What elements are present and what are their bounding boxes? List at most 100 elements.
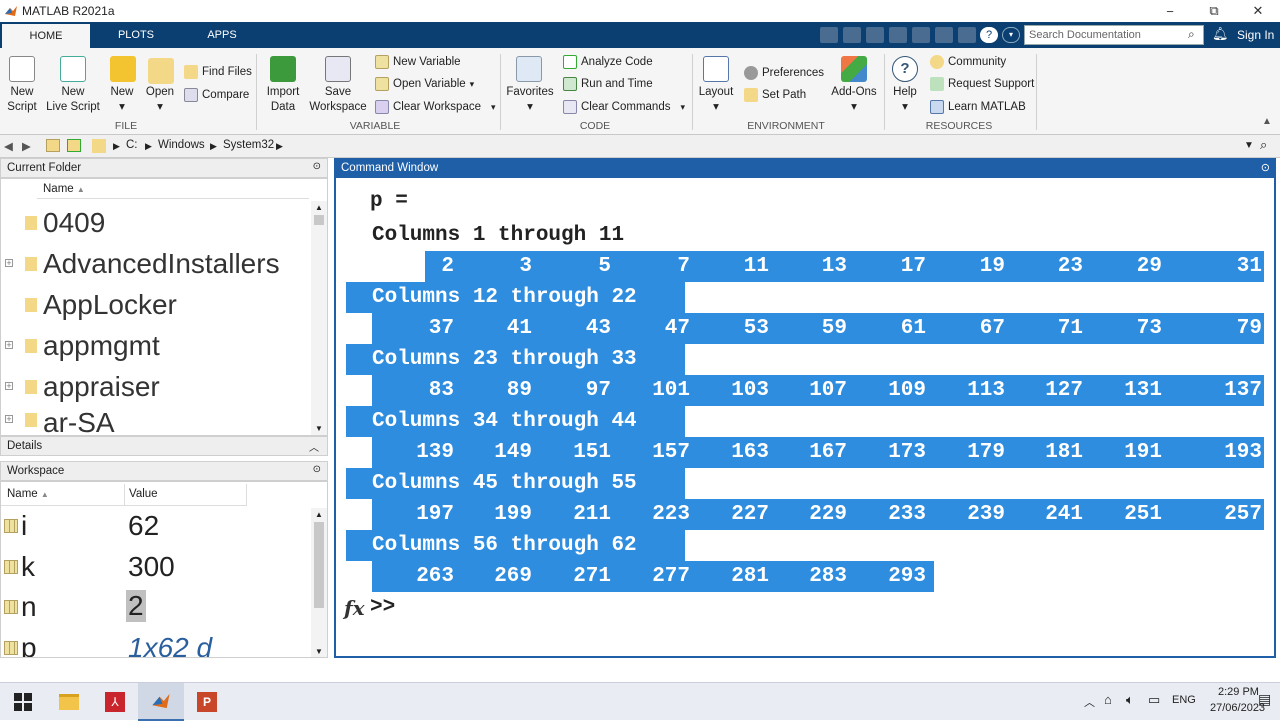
acrobat-icon[interactable]: ⅄ <box>92 683 138 721</box>
output-value: 5 <box>598 255 611 278</box>
workspace-header[interactable]: Workspace ⊙ <box>0 461 328 481</box>
powerpoint-icon[interactable]: P <box>184 683 230 721</box>
paste-quick-icon[interactable] <box>889 27 907 43</box>
minimize-button[interactable]: − <box>1148 0 1192 22</box>
matlab-taskbar-icon[interactable] <box>138 683 184 721</box>
tab-apps[interactable]: APPS <box>182 22 262 48</box>
output-value: 139 <box>416 441 454 464</box>
list-item[interactable]: AppLocker <box>1 284 311 325</box>
columns-header: Columns 1 through 11 <box>372 224 625 247</box>
find-files-button[interactable]: Find Files <box>184 65 252 79</box>
cut-quick-icon[interactable] <box>843 27 861 43</box>
details-header[interactable]: Details ︿ <box>0 436 328 456</box>
variable-icon <box>4 641 18 655</box>
current-folder-header[interactable]: Current Folder ⊙ <box>0 158 328 178</box>
tray-chevron-up-icon[interactable]: ︿ <box>1084 694 1095 710</box>
list-item[interactable]: 0409 <box>1 202 311 243</box>
tab-home[interactable]: HOME <box>2 22 90 48</box>
addons-button[interactable]: Add-Ons ▾ <box>826 85 882 115</box>
file-explorer-icon[interactable] <box>46 683 92 721</box>
search-icon[interactable]: ⌕ <box>1188 27 1195 42</box>
network-icon[interactable]: ⌂ <box>1104 692 1112 707</box>
folder-icon <box>25 338 37 353</box>
panel-menu-icon: ⊙ <box>312 161 321 172</box>
clock-date[interactable]: 27/06/2023 <box>1210 702 1265 714</box>
community-button[interactable]: Community <box>930 55 1006 69</box>
undo-quick-icon[interactable] <box>912 27 930 43</box>
compare-button[interactable]: Compare <box>184 88 249 102</box>
new-button[interactable]: New ▾ <box>104 85 140 115</box>
fx-function-icon[interactable]: fx <box>344 596 365 620</box>
breadcrumb-system32[interactable]: System32 <box>223 139 274 151</box>
volume-icon[interactable]: 🔈︎ <box>1126 692 1134 708</box>
new-variable-button[interactable]: New Variable <box>375 55 461 69</box>
table-row[interactable]: i 62 <box>1 508 311 548</box>
message-icon[interactable]: ▭ <box>1148 692 1160 708</box>
chevron-down-icon[interactable]: ▼ <box>1244 140 1254 151</box>
table-row[interactable]: p 1x62 d <box>1 630 311 657</box>
tab-plots[interactable]: PLOTS <box>96 22 176 48</box>
new-live-script-button[interactable]: New Live Script <box>44 85 102 115</box>
language-indicator[interactable]: ENG <box>1172 694 1196 706</box>
up-folder-icon[interactable] <box>46 139 60 152</box>
help-button[interactable]: Help ▾ <box>886 85 924 115</box>
chevron-right-icon: ▶ <box>210 141 217 151</box>
breadcrumb-windows[interactable]: Windows <box>158 139 205 151</box>
browse-folder-icon[interactable] <box>67 139 81 152</box>
save-workspace-button[interactable]: Save Workspace <box>308 85 368 115</box>
clear-workspace-button[interactable]: Clear Workspace ▾ <box>375 100 496 114</box>
help-quick-icon[interactable]: ? <box>980 27 998 43</box>
command-window-header[interactable]: Command Window ⊙ <box>336 160 1274 178</box>
clock-time[interactable]: 2:29 PM <box>1218 686 1259 698</box>
run-and-time-button[interactable]: Run and Time <box>563 77 653 91</box>
copy-quick-icon[interactable] <box>866 27 884 43</box>
new-plus-icon <box>110 56 136 82</box>
open-button[interactable]: Open ▾ <box>142 85 178 115</box>
breadcrumb-drive[interactable]: C: <box>126 139 138 151</box>
new-script-button[interactable]: New Script <box>2 85 42 115</box>
open-variable-button[interactable]: Open Variable ▾ <box>375 77 474 91</box>
forward-arrow-icon[interactable]: ▶ <box>22 139 31 153</box>
output-value: 197 <box>416 503 454 526</box>
list-item[interactable]: + appmgmt <box>1 325 311 366</box>
maximize-button[interactable]: ⧉ <box>1192 0 1236 22</box>
set-path-folder-icon <box>744 88 758 102</box>
notification-bell-icon[interactable]: 🔔︎ <box>1212 26 1229 42</box>
analyze-code-button[interactable]: Analyze Code <box>563 55 653 69</box>
back-arrow-icon[interactable]: ◀ <box>4 139 13 153</box>
clear-commands-button[interactable]: Clear Commands ▾ <box>563 100 685 114</box>
save-quick-icon[interactable] <box>820 27 838 43</box>
command-window[interactable]: Command Window ⊙ p = Columns 1 through 11… <box>334 158 1276 658</box>
import-data-button[interactable]: Import Data <box>260 85 306 115</box>
name-column-header[interactable]: Name ▲ <box>37 181 309 199</box>
sign-in-link[interactable]: Sign In <box>1237 28 1274 42</box>
windows-start-icon[interactable] <box>0 683 46 721</box>
close-button[interactable]: ✕ <box>1236 0 1280 22</box>
workspace-name-column[interactable]: Name ▲ <box>1 484 125 506</box>
folder-scrollbar[interactable]: ▲ ▼ <box>311 201 327 435</box>
notifications-icon[interactable]: ▤ <box>1258 691 1271 708</box>
table-row[interactable]: k 300 <box>1 549 311 589</box>
workspace-scrollbar[interactable]: ▲ ▼ <box>311 508 327 657</box>
search-folder-icon[interactable]: ⌕ <box>1260 137 1267 153</box>
request-support-button[interactable]: Request Support <box>930 77 1034 91</box>
switch-windows-icon[interactable] <box>958 27 976 43</box>
command-prompt[interactable]: >> <box>370 596 395 619</box>
redo-quick-icon[interactable] <box>935 27 953 43</box>
expand-quick-icon[interactable]: ▾ <box>1002 27 1020 43</box>
favorites-button[interactable]: Favorites ▾ <box>504 85 556 115</box>
divider <box>1036 54 1037 130</box>
list-item[interactable]: + AdvancedInstallers <box>1 243 311 284</box>
learn-matlab-button[interactable]: Learn MATLAB <box>930 100 1026 114</box>
workspace-value-column[interactable]: Value <box>125 484 247 506</box>
table-row[interactable]: n2 <box>1 589 311 629</box>
layout-button[interactable]: Layout ▾ <box>695 85 737 115</box>
output-value: 23 <box>1057 255 1083 278</box>
set-path-button[interactable]: Set Path <box>744 88 806 102</box>
list-item[interactable]: + ar-SA <box>1 407 311 435</box>
collapse-ribbon-icon[interactable]: ▲ <box>1262 116 1272 127</box>
windows-taskbar: ⅄ P ︿ ⌂ 🔈︎ ▭ ENG 2:29 PM 27/06/2023 ▤ <box>0 682 1280 721</box>
list-item[interactable]: + appraiser <box>1 366 311 407</box>
search-documentation-input[interactable]: Search Documentation <box>1024 25 1204 45</box>
preferences-button[interactable]: Preferences <box>744 66 824 80</box>
